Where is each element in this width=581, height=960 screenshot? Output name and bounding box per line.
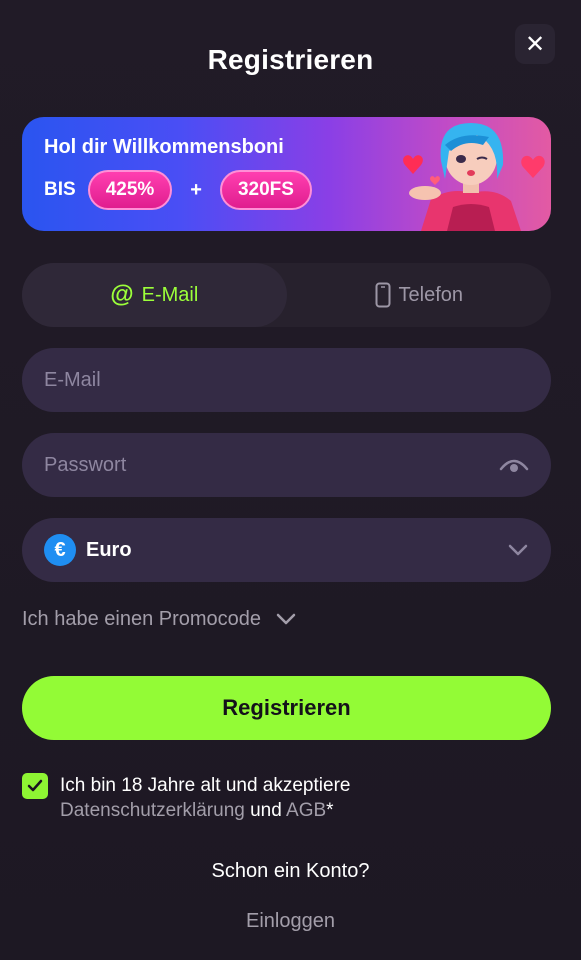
banner-offer-row: BIS 425% + 320FS	[44, 169, 312, 211]
welcome-bonus-banner[interactable]: Hol dir Willkommensboni BIS 425% + 320FS	[22, 117, 551, 231]
register-button[interactable]: Registrieren	[22, 676, 551, 740]
currency-value: Euro	[86, 538, 132, 561]
eye-icon[interactable]	[499, 455, 529, 475]
currency-select[interactable]: € Euro	[22, 518, 551, 582]
registration-modal: ✕ Registrieren Hol dir Willkommensboni B…	[0, 0, 581, 960]
consent-text: Ich bin 18 Jahre alt und akzeptiere Date…	[60, 773, 350, 823]
promo-code-toggle[interactable]: Ich habe einen Promocode	[22, 603, 297, 635]
tab-email-label: E-Mail	[141, 283, 199, 306]
privacy-policy-link[interactable]: Datenschutzerklärung	[60, 800, 245, 821]
phone-icon	[375, 282, 390, 308]
consent-line-2: Datenschutzerklärung und AGB*	[60, 798, 350, 823]
banner-headline: Hol dir Willkommensboni	[44, 136, 284, 158]
modal-title: Registrieren	[207, 44, 374, 75]
login-link[interactable]: Einloggen	[0, 910, 581, 933]
banner-plus: +	[190, 178, 202, 201]
terms-link[interactable]: AGB	[286, 800, 326, 821]
tab-email[interactable]: @ E-Mail	[22, 263, 287, 327]
free-spins-badge: 320FS	[219, 170, 312, 210]
promo-code-label: Ich habe einen Promocode	[22, 607, 262, 630]
at-icon: @	[110, 281, 134, 308]
chevron-down-icon	[276, 613, 296, 625]
existing-account-prompt: Schon ein Konto?	[211, 860, 370, 882]
consent-checkbox[interactable]	[22, 773, 48, 799]
email-input[interactable]	[44, 368, 529, 392]
required-asterisk: *	[326, 800, 334, 821]
banner-prefix: BIS	[44, 179, 76, 200]
password-input[interactable]	[44, 453, 499, 477]
bonus-percent-badge: 425%	[87, 170, 173, 210]
age-consent: Ich bin 18 Jahre alt und akzeptiere Date…	[22, 773, 551, 823]
euro-icon: €	[44, 534, 76, 566]
signup-method-tabs: @ E-Mail Telefon	[22, 263, 551, 327]
check-icon	[27, 779, 43, 792]
tab-phone[interactable]: Telefon	[287, 263, 552, 327]
tab-phone-label: Telefon	[398, 283, 464, 306]
consent-and: und	[250, 800, 282, 821]
consent-line-1: Ich bin 18 Jahre alt und akzeptiere	[60, 775, 351, 796]
password-field[interactable]	[22, 433, 551, 497]
banner-character-illustration	[403, 123, 545, 231]
chevron-down-icon	[508, 544, 528, 556]
email-field[interactable]	[22, 348, 551, 412]
